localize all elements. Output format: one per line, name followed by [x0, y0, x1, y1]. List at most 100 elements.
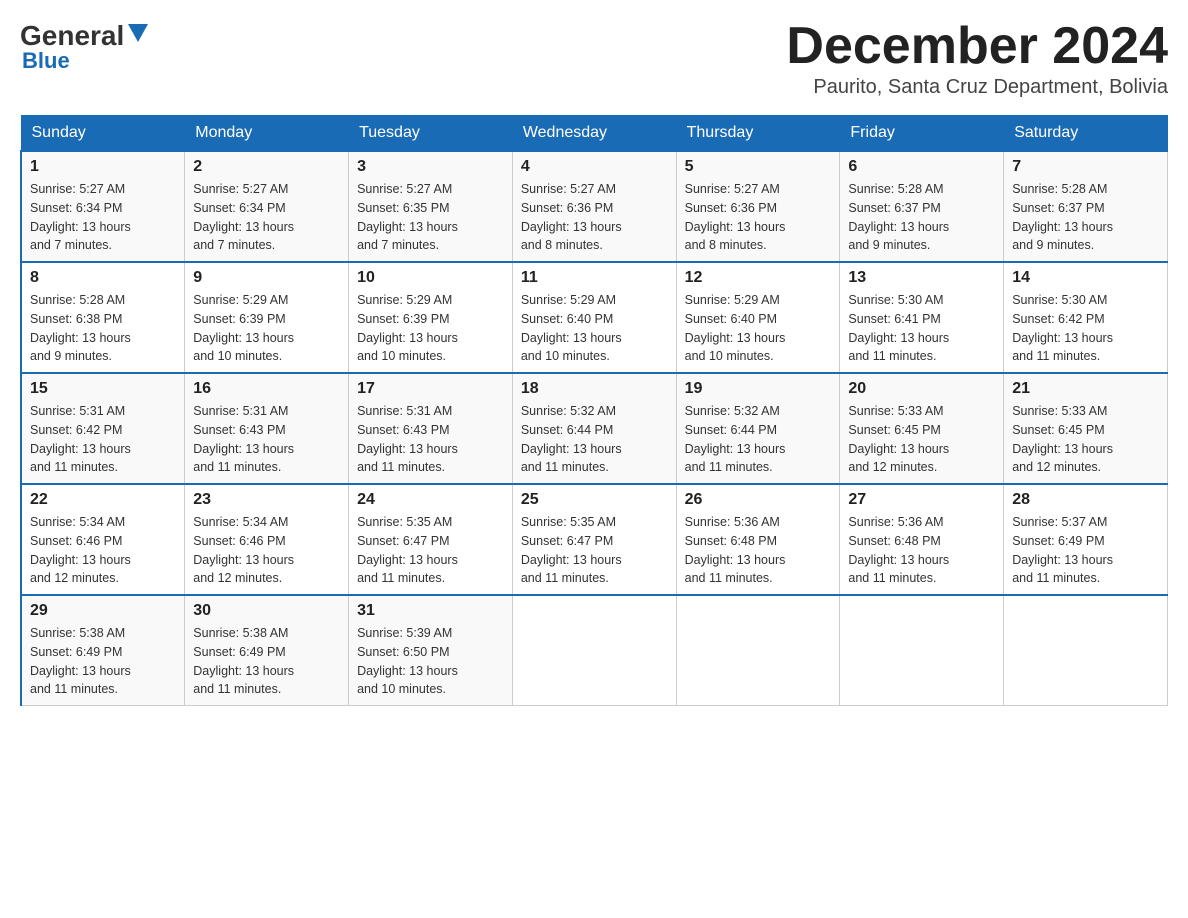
calendar-cell: 20 Sunrise: 5:33 AMSunset: 6:45 PMDayligh…: [840, 373, 1004, 484]
day-info: Sunrise: 5:28 AMSunset: 6:38 PMDaylight:…: [30, 291, 176, 366]
calendar-cell: 12 Sunrise: 5:29 AMSunset: 6:40 PMDayligh…: [676, 262, 840, 373]
day-info: Sunrise: 5:35 AMSunset: 6:47 PMDaylight:…: [357, 513, 504, 588]
calendar-header-row: SundayMondayTuesdayWednesdayThursdayFrid…: [21, 116, 1168, 152]
calendar-cell: 11Sunrise: 5:29 AMSunset: 6:40 PMDayligh…: [512, 262, 676, 373]
calendar-cell: 25 Sunrise: 5:35 AMSunset: 6:47 PMDayligh…: [512, 484, 676, 595]
calendar-row-1: 1 Sunrise: 5:27 AMSunset: 6:34 PMDaylight…: [21, 151, 1168, 262]
day-number: 18: [521, 380, 668, 398]
calendar-cell: 14Sunrise: 5:30 AMSunset: 6:42 PMDayligh…: [1004, 262, 1168, 373]
calendar-cell: 8 Sunrise: 5:28 AMSunset: 6:38 PMDaylight…: [21, 262, 185, 373]
header-saturday: Saturday: [1004, 116, 1168, 152]
day-number: 27: [848, 491, 995, 509]
calendar-cell: [676, 595, 840, 706]
calendar-cell: 17 Sunrise: 5:31 AMSunset: 6:43 PMDayligh…: [349, 373, 513, 484]
calendar-row-4: 22 Sunrise: 5:34 AMSunset: 6:46 PMDayligh…: [21, 484, 1168, 595]
day-info: Sunrise: 5:38 AMSunset: 6:49 PMDaylight:…: [30, 624, 176, 699]
day-number: 29: [30, 602, 176, 620]
calendar-row-3: 15 Sunrise: 5:31 AMSunset: 6:42 PMDayligh…: [21, 373, 1168, 484]
calendar-cell: [1004, 595, 1168, 706]
day-info: Sunrise: 5:32 AMSunset: 6:44 PMDaylight:…: [685, 402, 832, 477]
day-info: Sunrise: 5:27 AMSunset: 6:34 PMDaylight:…: [30, 180, 176, 255]
calendar-cell: 3 Sunrise: 5:27 AMSunset: 6:35 PMDaylight…: [349, 151, 513, 262]
day-number: 31: [357, 602, 504, 620]
day-info: Sunrise: 5:34 AMSunset: 6:46 PMDaylight:…: [193, 513, 340, 588]
header-monday: Monday: [185, 116, 349, 152]
calendar-cell: 22 Sunrise: 5:34 AMSunset: 6:46 PMDayligh…: [21, 484, 185, 595]
calendar-row-5: 29 Sunrise: 5:38 AMSunset: 6:49 PMDayligh…: [21, 595, 1168, 706]
day-info: Sunrise: 5:31 AMSunset: 6:43 PMDaylight:…: [193, 402, 340, 477]
day-info: Sunrise: 5:33 AMSunset: 6:45 PMDaylight:…: [1012, 402, 1159, 477]
day-info: Sunrise: 5:29 AMSunset: 6:40 PMDaylight:…: [685, 291, 832, 366]
calendar-cell: [840, 595, 1004, 706]
calendar-table: SundayMondayTuesdayWednesdayThursdayFrid…: [20, 115, 1168, 706]
calendar-cell: 19 Sunrise: 5:32 AMSunset: 6:44 PMDayligh…: [676, 373, 840, 484]
calendar-cell: 28Sunrise: 5:37 AMSunset: 6:49 PMDayligh…: [1004, 484, 1168, 595]
calendar-cell: 23 Sunrise: 5:34 AMSunset: 6:46 PMDayligh…: [185, 484, 349, 595]
day-info: Sunrise: 5:38 AMSunset: 6:49 PMDaylight:…: [193, 624, 340, 699]
day-info: Sunrise: 5:30 AMSunset: 6:42 PMDaylight:…: [1012, 291, 1159, 366]
day-info: Sunrise: 5:36 AMSunset: 6:48 PMDaylight:…: [848, 513, 995, 588]
calendar-cell: 4Sunrise: 5:27 AMSunset: 6:36 PMDaylight…: [512, 151, 676, 262]
header-wednesday: Wednesday: [512, 116, 676, 152]
location-title: Paurito, Santa Cruz Department, Bolivia: [786, 76, 1168, 99]
day-info: Sunrise: 5:29 AMSunset: 6:39 PMDaylight:…: [193, 291, 340, 366]
calendar-cell: 9 Sunrise: 5:29 AMSunset: 6:39 PMDaylight…: [185, 262, 349, 373]
day-number: 8: [30, 269, 176, 287]
month-title: December 2024: [786, 20, 1168, 72]
calendar-cell: 15 Sunrise: 5:31 AMSunset: 6:42 PMDayligh…: [21, 373, 185, 484]
day-info: Sunrise: 5:29 AMSunset: 6:39 PMDaylight:…: [357, 291, 504, 366]
day-info: Sunrise: 5:39 AMSunset: 6:50 PMDaylight:…: [357, 624, 504, 699]
day-info: Sunrise: 5:28 AMSunset: 6:37 PMDaylight:…: [1012, 180, 1159, 255]
calendar-cell: 18 Sunrise: 5:32 AMSunset: 6:44 PMDayligh…: [512, 373, 676, 484]
header-tuesday: Tuesday: [349, 116, 513, 152]
logo-blue-text: Blue: [22, 48, 70, 74]
calendar-cell: [512, 595, 676, 706]
day-info: Sunrise: 5:30 AMSunset: 6:41 PMDaylight:…: [848, 291, 995, 366]
day-number: 17: [357, 380, 504, 398]
day-number: 6: [848, 158, 995, 176]
calendar-cell: 30Sunrise: 5:38 AMSunset: 6:49 PMDayligh…: [185, 595, 349, 706]
day-number: 23: [193, 491, 340, 509]
day-number: 3: [357, 158, 504, 176]
day-number: 25: [521, 491, 668, 509]
day-number: 26: [685, 491, 832, 509]
day-number: 12: [685, 269, 832, 287]
day-number: 5: [685, 158, 832, 176]
header-thursday: Thursday: [676, 116, 840, 152]
title-section: December 2024 Paurito, Santa Cruz Depart…: [786, 20, 1168, 99]
day-info: Sunrise: 5:28 AMSunset: 6:37 PMDaylight:…: [848, 180, 995, 255]
day-number: 15: [30, 380, 176, 398]
day-info: Sunrise: 5:35 AMSunset: 6:47 PMDaylight:…: [521, 513, 668, 588]
day-info: Sunrise: 5:33 AMSunset: 6:45 PMDaylight:…: [848, 402, 995, 477]
calendar-cell: 21 Sunrise: 5:33 AMSunset: 6:45 PMDayligh…: [1004, 373, 1168, 484]
calendar-cell: 6 Sunrise: 5:28 AMSunset: 6:37 PMDaylight…: [840, 151, 1004, 262]
day-info: Sunrise: 5:31 AMSunset: 6:43 PMDaylight:…: [357, 402, 504, 477]
calendar-cell: 13 Sunrise: 5:30 AMSunset: 6:41 PMDayligh…: [840, 262, 1004, 373]
day-number: 9: [193, 269, 340, 287]
day-info: Sunrise: 5:29 AMSunset: 6:40 PMDaylight:…: [521, 291, 668, 366]
day-info: Sunrise: 5:27 AMSunset: 6:34 PMDaylight:…: [193, 180, 340, 255]
day-number: 4: [521, 158, 668, 176]
day-info: Sunrise: 5:27 AMSunset: 6:35 PMDaylight:…: [357, 180, 504, 255]
day-info: Sunrise: 5:27 AMSunset: 6:36 PMDaylight:…: [685, 180, 832, 255]
calendar-cell: 31 Sunrise: 5:39 AMSunset: 6:50 PMDayligh…: [349, 595, 513, 706]
page-header: General Blue December 2024 Paurito, Sant…: [20, 20, 1168, 99]
logo: General Blue: [20, 20, 148, 74]
day-number: 13: [848, 269, 995, 287]
day-number: 24: [357, 491, 504, 509]
calendar-cell: 5 Sunrise: 5:27 AMSunset: 6:36 PMDaylight…: [676, 151, 840, 262]
day-number: 22: [30, 491, 176, 509]
day-info: Sunrise: 5:31 AMSunset: 6:42 PMDaylight:…: [30, 402, 176, 477]
day-number: 1: [30, 158, 176, 176]
day-number: 19: [685, 380, 832, 398]
header-sunday: Sunday: [21, 116, 185, 152]
day-info: Sunrise: 5:34 AMSunset: 6:46 PMDaylight:…: [30, 513, 176, 588]
day-number: 10: [357, 269, 504, 287]
calendar-cell: 1 Sunrise: 5:27 AMSunset: 6:34 PMDaylight…: [21, 151, 185, 262]
day-number: 21: [1012, 380, 1159, 398]
calendar-row-2: 8 Sunrise: 5:28 AMSunset: 6:38 PMDaylight…: [21, 262, 1168, 373]
day-info: Sunrise: 5:32 AMSunset: 6:44 PMDaylight:…: [521, 402, 668, 477]
day-info: Sunrise: 5:36 AMSunset: 6:48 PMDaylight:…: [685, 513, 832, 588]
day-number: 20: [848, 380, 995, 398]
day-number: 28: [1012, 491, 1159, 509]
